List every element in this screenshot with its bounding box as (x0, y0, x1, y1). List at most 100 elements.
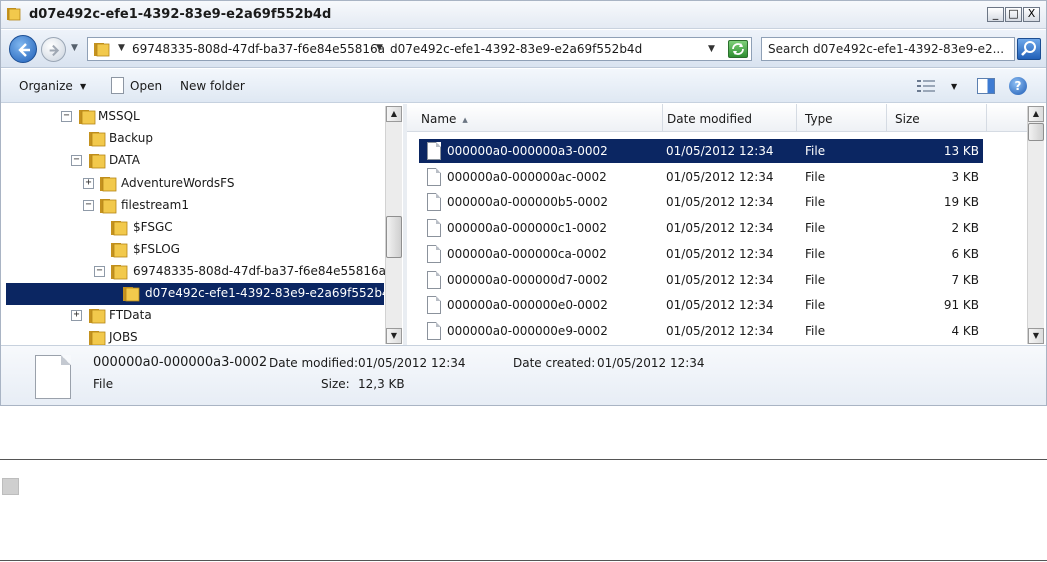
file-icon (35, 355, 71, 399)
close-button[interactable]: X (1023, 7, 1040, 22)
address-dropdown[interactable]: ▼ (708, 44, 715, 54)
tree-item-adventurewordsfs[interactable]: + AdventureWordsFS (1, 173, 385, 195)
tree-item-label: $FSGC (133, 220, 173, 234)
file-size: 6 KB (951, 247, 979, 261)
views-icon[interactable] (917, 79, 935, 93)
column-header-date[interactable]: Date modified (659, 104, 797, 132)
tree-item-ftdata[interactable]: + FTData (1, 305, 385, 327)
date-modified-label: Date modified: (269, 356, 359, 370)
tree-scrollbar[interactable]: ▲ ▼ (385, 106, 402, 344)
column-header-type[interactable]: Type (797, 104, 887, 132)
command-bar: Organize ▼ Open New folder ▼ ? (1, 69, 1046, 103)
tree-item-data[interactable]: − DATA (1, 150, 385, 172)
file-row[interactable]: 000000a0-000000e0-0002 01/05/2012 12:34 … (419, 293, 983, 317)
views-dropdown[interactable]: ▼ (951, 82, 957, 91)
file-type: File (805, 247, 826, 261)
file-size: 13 KB (943, 144, 979, 158)
collapse-toggle[interactable]: − (61, 111, 72, 122)
tree-item-label: 69748335-808d-47df-ba37-f6e84e55816a (133, 264, 387, 278)
tree-item-filestream1[interactable]: − filestream1 (1, 195, 385, 217)
breadcrumb-separator[interactable]: ▼ (376, 43, 383, 53)
search-icon (1021, 41, 1036, 56)
new-folder-button[interactable]: New folder (180, 79, 245, 93)
collapse-toggle[interactable]: − (94, 266, 105, 277)
address-bar-area: ▼ ▼ 69748335-808d-47df-ba37-f6e84e55816a… (1, 30, 1046, 68)
file-row[interactable]: 000000a0-000000ac-0002 01/05/2012 12:34 … (419, 165, 983, 189)
back-button[interactable] (9, 35, 37, 63)
file-icon (427, 322, 441, 340)
folder-icon (94, 43, 110, 57)
folder-icon (111, 243, 128, 258)
file-name: 000000a0-000000ca-0002 (447, 247, 607, 261)
address-field[interactable]: ▼ 69748335-808d-47df-ba37-f6e84e55816a ▼… (87, 37, 752, 61)
recent-pages-dropdown[interactable]: ▼ (71, 43, 78, 53)
open-button[interactable]: Open (130, 79, 162, 93)
organize-button[interactable]: Organize (19, 79, 73, 93)
date-modified-value: 01/05/2012 12:34 (358, 356, 466, 370)
file-list[interactable]: Name ▲ Date modified Type Size 000000a0-0… (407, 104, 1046, 345)
tree-item-label: FTData (109, 308, 152, 322)
expand-toggle[interactable]: + (71, 310, 82, 321)
file-row[interactable]: 000000a0-000000b5-0002 01/05/2012 12:34 … (419, 190, 983, 214)
tree-item-fsgc[interactable]: $FSGC (1, 217, 385, 239)
scroll-down-button[interactable]: ▼ (1028, 328, 1044, 344)
file-type: File (805, 170, 826, 184)
tree-item-backup[interactable]: Backup (1, 128, 385, 150)
refresh-button[interactable] (728, 40, 748, 58)
tree-item-jobs[interactable]: JOBS (1, 327, 385, 345)
file-date: 01/05/2012 12:34 (666, 273, 774, 287)
folder-icon (111, 221, 128, 236)
breadcrumb-item[interactable]: d07e492c-efe1-4392-83e9-e2a69f552b4d (390, 42, 642, 56)
folder-icon (89, 309, 106, 324)
file-date: 01/05/2012 12:34 (666, 170, 774, 184)
file-date: 01/05/2012 12:34 (666, 195, 774, 209)
sort-ascending-icon: ▲ (462, 115, 468, 124)
breadcrumb-item[interactable]: 69748335-808d-47df-ba37-f6e84e55816a (132, 42, 385, 56)
placeholder-box (2, 478, 19, 495)
file-row[interactable]: 000000a0-000000e9-0002 01/05/2012 12:34 … (419, 319, 983, 343)
forward-button[interactable] (41, 37, 66, 62)
collapse-toggle[interactable]: − (71, 155, 82, 166)
scroll-up-button[interactable]: ▲ (1028, 106, 1044, 122)
folder-icon (100, 199, 117, 214)
navigation-tree[interactable]: − MSSQL Backup − DATA + AdventureWordsFS… (1, 104, 403, 345)
column-header-size[interactable]: Size (887, 104, 987, 132)
title-bar[interactable]: d07e492c-efe1-4392-83e9-e2a69f552b4d _ □… (1, 1, 1046, 29)
file-name: 000000a0-000000d7-0002 (447, 273, 609, 287)
file-name: 000000a0-000000b5-0002 (447, 195, 609, 209)
file-name: 000000a0-000000e9-0002 (447, 324, 608, 338)
file-size: 91 KB (943, 298, 979, 312)
maximize-button[interactable]: □ (1005, 7, 1022, 22)
tree-item-69748335[interactable]: − 69748335-808d-47df-ba37-f6e84e55816a (1, 261, 387, 283)
breadcrumb-separator[interactable]: ▼ (118, 43, 125, 53)
file-date: 01/05/2012 12:34 (666, 144, 774, 158)
file-type: File (805, 195, 826, 209)
search-input[interactable]: Search d07e492c-efe1-4392-83e9-e2... (761, 37, 1015, 61)
scroll-up-button[interactable]: ▲ (386, 106, 402, 122)
column-header-name[interactable]: Name ▲ (413, 104, 663, 132)
collapse-toggle[interactable]: − (83, 200, 94, 211)
expand-toggle[interactable]: + (83, 178, 94, 189)
tree-item-fslog[interactable]: $FSLOG (1, 239, 385, 261)
file-icon (427, 168, 441, 186)
file-size: 7 KB (951, 273, 979, 287)
scroll-thumb[interactable] (1028, 123, 1044, 141)
file-icon (427, 193, 441, 211)
help-icon[interactable]: ? (1009, 77, 1027, 95)
file-row[interactable]: 000000a0-000000d7-0002 01/05/2012 12:34 … (419, 268, 983, 292)
tree-item-label: filestream1 (121, 198, 189, 212)
file-row[interactable]: 000000a0-000000a3-0002 01/05/2012 12:34 … (419, 139, 983, 163)
scroll-down-button[interactable]: ▼ (386, 328, 402, 344)
minimize-button[interactable]: _ (987, 7, 1004, 22)
search-button[interactable] (1017, 38, 1041, 60)
preview-pane-icon[interactable] (977, 78, 995, 94)
tree-item-mssql[interactable]: − MSSQL (1, 106, 385, 128)
file-row[interactable]: 000000a0-000000c1-0002 01/05/2012 12:34 … (419, 216, 983, 240)
file-date: 01/05/2012 12:34 (666, 298, 774, 312)
file-list-scrollbar[interactable]: ▲ ▼ (1027, 106, 1044, 344)
scroll-thumb[interactable] (386, 216, 402, 258)
file-icon (427, 245, 441, 263)
tree-item-d07e492c[interactable]: d07e492c-efe1-4392-83e9-e2a69f552b4d (6, 283, 397, 305)
file-type: File (805, 273, 826, 287)
file-row[interactable]: 000000a0-000000ca-0002 01/05/2012 12:34 … (419, 242, 983, 266)
